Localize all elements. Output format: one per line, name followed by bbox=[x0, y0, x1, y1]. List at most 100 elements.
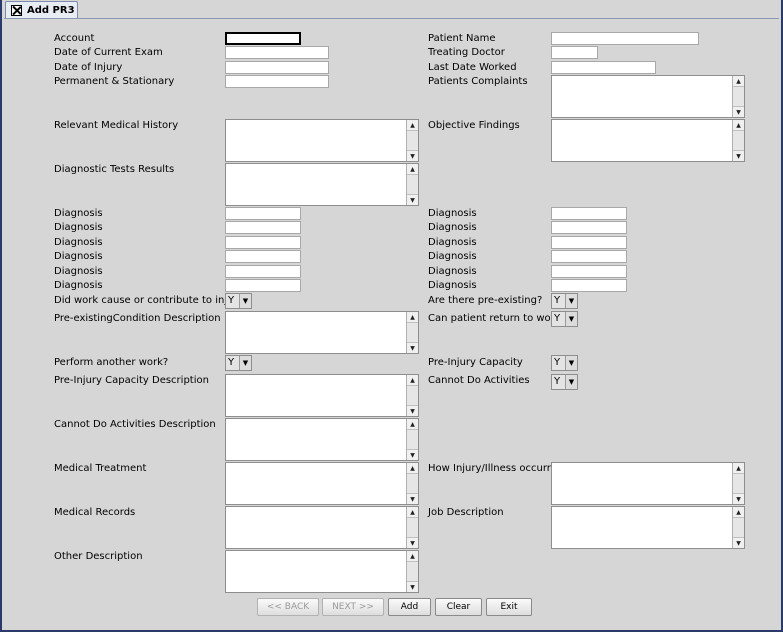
close-icon[interactable] bbox=[11, 5, 22, 16]
job-description-textarea[interactable]: ▲ ▼ bbox=[551, 506, 745, 549]
preexisting-desc-textarea[interactable]: ▲ ▼ bbox=[225, 311, 419, 354]
next-button[interactable]: NEXT >> bbox=[322, 598, 384, 616]
tab-add-pr3[interactable]: Add PR3 bbox=[5, 1, 78, 19]
exit-button[interactable]: Exit bbox=[486, 598, 532, 616]
medical-treatment-textarea[interactable]: ▲ ▼ bbox=[225, 462, 419, 505]
scrollbar[interactable]: ▲ ▼ bbox=[406, 164, 418, 205]
diagnostic-tests-textarea[interactable]: ▲ ▼ bbox=[225, 163, 419, 206]
cannot-do-select[interactable]: Y ▼ bbox=[551, 374, 578, 390]
diagnosis-right-field-1[interactable] bbox=[551, 207, 627, 220]
scroll-up-icon[interactable]: ▲ bbox=[733, 463, 744, 474]
return-to-work-select[interactable]: Y ▼ bbox=[551, 311, 578, 327]
diagnosis-left-field-6[interactable] bbox=[225, 279, 301, 292]
pre-existing-select[interactable]: Y ▼ bbox=[551, 293, 578, 309]
scrollbar[interactable]: ▲ ▼ bbox=[406, 120, 418, 161]
scroll-up-icon[interactable]: ▲ bbox=[407, 120, 418, 131]
label-relevant-history: Relevant Medical History bbox=[54, 120, 179, 131]
scroll-up-icon[interactable]: ▲ bbox=[407, 312, 418, 323]
chevron-down-icon[interactable]: ▼ bbox=[565, 312, 577, 326]
scrollbar[interactable]: ▲ ▼ bbox=[732, 463, 744, 504]
scroll-up-icon[interactable]: ▲ bbox=[733, 507, 744, 518]
scrollbar[interactable]: ▲ ▼ bbox=[732, 76, 744, 117]
diagnosis-left-field-4[interactable] bbox=[225, 250, 301, 263]
scrollbar[interactable]: ▲ ▼ bbox=[732, 507, 744, 548]
diagnosis-left-field-5[interactable] bbox=[225, 265, 301, 278]
diagnosis-left-field-1[interactable] bbox=[225, 207, 301, 220]
scrollbar[interactable]: ▲ ▼ bbox=[406, 375, 418, 416]
scroll-down-icon[interactable]: ▼ bbox=[407, 537, 418, 548]
patient-name-field[interactable] bbox=[551, 32, 699, 45]
return-to-work-value: Y bbox=[552, 312, 565, 326]
diagnosis-right-field-5[interactable] bbox=[551, 265, 627, 278]
pre-injury-capacity-select[interactable]: Y ▼ bbox=[551, 355, 578, 371]
chevron-down-icon[interactable]: ▼ bbox=[565, 356, 577, 370]
scroll-down-icon[interactable]: ▼ bbox=[733, 493, 744, 504]
pre-injury-desc-textarea[interactable]: ▲ ▼ bbox=[225, 374, 419, 417]
date-current-exam-field[interactable] bbox=[225, 46, 329, 59]
label-diagnosis-right-2: Diagnosis bbox=[428, 222, 477, 233]
add-pr3-window: Add PR3 Account Date of Current Exam Dat… bbox=[0, 0, 783, 632]
scrollbar[interactable]: ▲ ▼ bbox=[732, 120, 744, 161]
diagnosis-right-field-4[interactable] bbox=[551, 250, 627, 263]
patients-complaints-textarea[interactable]: ▲ ▼ bbox=[551, 75, 745, 118]
scroll-down-icon[interactable]: ▼ bbox=[407, 581, 418, 592]
cannot-do-value: Y bbox=[552, 375, 565, 389]
label-pre-injury-capacity: Pre-Injury Capacity bbox=[428, 357, 523, 368]
cannot-do-desc-textarea[interactable]: ▲ ▼ bbox=[225, 418, 419, 461]
work-cause-select[interactable]: Y ▼ bbox=[225, 293, 252, 309]
diagnosis-right-field-3[interactable] bbox=[551, 236, 627, 249]
label-job-description: Job Description bbox=[428, 507, 504, 518]
scrollbar[interactable]: ▲ ▼ bbox=[406, 419, 418, 460]
scroll-up-icon[interactable]: ▲ bbox=[407, 375, 418, 386]
scroll-down-icon[interactable]: ▼ bbox=[733, 150, 744, 161]
account-field[interactable] bbox=[225, 32, 301, 45]
scroll-down-icon[interactable]: ▼ bbox=[407, 493, 418, 504]
scroll-down-icon[interactable]: ▼ bbox=[407, 342, 418, 353]
pre-existing-value: Y bbox=[552, 294, 565, 308]
scroll-up-icon[interactable]: ▲ bbox=[733, 76, 744, 87]
scroll-down-icon[interactable]: ▼ bbox=[407, 405, 418, 416]
medical-records-textarea[interactable]: ▲ ▼ bbox=[225, 506, 419, 549]
scrollbar[interactable]: ▲ ▼ bbox=[406, 551, 418, 592]
scroll-up-icon[interactable]: ▲ bbox=[407, 419, 418, 430]
scroll-up-icon[interactable]: ▲ bbox=[733, 120, 744, 131]
scrollbar[interactable]: ▲ ▼ bbox=[406, 507, 418, 548]
label-date-injury: Date of Injury bbox=[54, 62, 123, 73]
scroll-down-icon[interactable]: ▼ bbox=[407, 194, 418, 205]
label-diagnosis-right-3: Diagnosis bbox=[428, 237, 477, 248]
scroll-up-icon[interactable]: ▲ bbox=[407, 164, 418, 175]
treating-doctor-field[interactable] bbox=[551, 46, 598, 59]
scroll-down-icon[interactable]: ▼ bbox=[407, 150, 418, 161]
scroll-up-icon[interactable]: ▲ bbox=[407, 551, 418, 562]
scrollbar[interactable]: ▲ ▼ bbox=[406, 463, 418, 504]
diagnosis-right-field-6[interactable] bbox=[551, 279, 627, 292]
permanent-stationary-field[interactable] bbox=[225, 75, 329, 88]
last-date-worked-field[interactable] bbox=[551, 61, 656, 74]
diagnosis-left-field-3[interactable] bbox=[225, 236, 301, 249]
chevron-down-icon[interactable]: ▼ bbox=[239, 356, 251, 370]
chevron-down-icon[interactable]: ▼ bbox=[565, 294, 577, 308]
how-injury-textarea[interactable]: ▲ ▼ bbox=[551, 462, 745, 505]
label-medical-treatment: Medical Treatment bbox=[54, 463, 147, 474]
relevant-history-textarea[interactable]: ▲ ▼ bbox=[225, 119, 419, 162]
diagnosis-left-field-2[interactable] bbox=[225, 221, 301, 234]
scroll-down-icon[interactable]: ▼ bbox=[733, 537, 744, 548]
back-button[interactable]: << BACK bbox=[257, 598, 319, 616]
chevron-down-icon[interactable]: ▼ bbox=[565, 375, 577, 389]
other-desc-textarea[interactable]: ▲ ▼ bbox=[225, 550, 419, 593]
clear-button[interactable]: Clear bbox=[435, 598, 482, 616]
perform-another-select[interactable]: Y ▼ bbox=[225, 355, 252, 371]
scrollbar[interactable]: ▲ ▼ bbox=[406, 312, 418, 353]
tab-divider bbox=[4, 18, 779, 19]
scroll-up-icon[interactable]: ▲ bbox=[407, 463, 418, 474]
date-injury-field[interactable] bbox=[225, 61, 329, 74]
chevron-down-icon[interactable]: ▼ bbox=[239, 294, 251, 308]
scroll-up-icon[interactable]: ▲ bbox=[407, 507, 418, 518]
objective-findings-textarea[interactable]: ▲ ▼ bbox=[551, 119, 745, 162]
add-button[interactable]: Add bbox=[388, 598, 431, 616]
label-diagnosis-right-6: Diagnosis bbox=[428, 280, 477, 291]
scroll-down-icon[interactable]: ▼ bbox=[407, 449, 418, 460]
scroll-down-icon[interactable]: ▼ bbox=[733, 106, 744, 117]
diagnosis-right-field-2[interactable] bbox=[551, 221, 627, 234]
label-preexisting-desc: Pre-existingCondition Description bbox=[54, 313, 221, 324]
